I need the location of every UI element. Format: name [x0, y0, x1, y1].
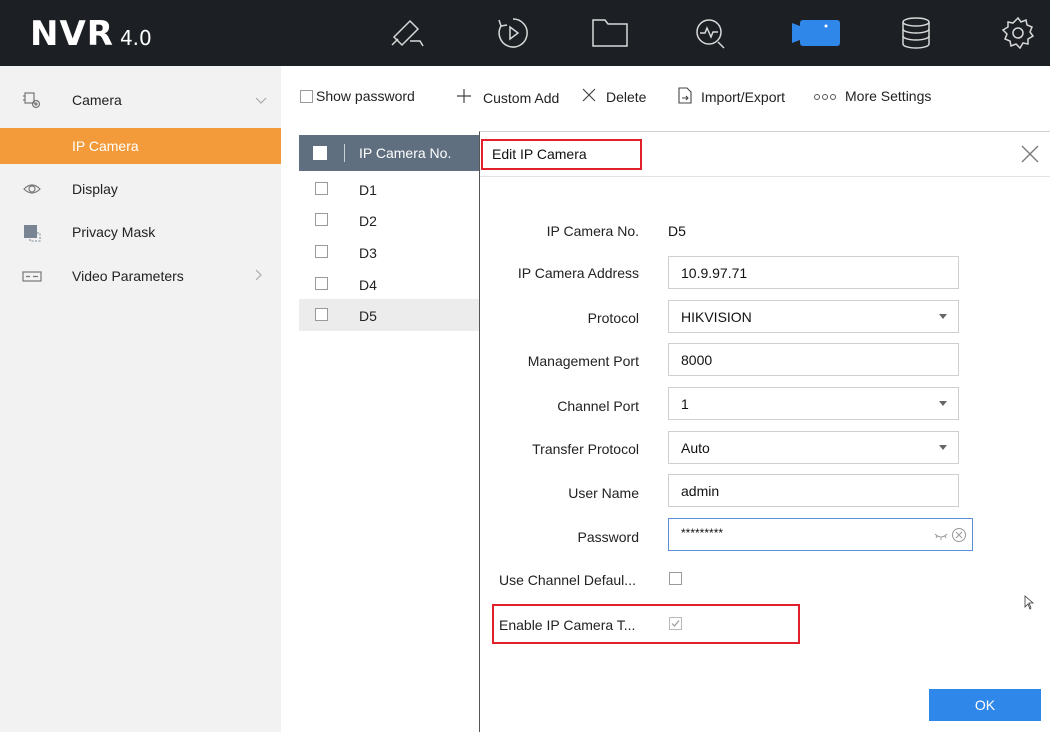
close-icon[interactable] — [1018, 142, 1042, 166]
custom-add-button[interactable]: Custom Add — [456, 88, 559, 107]
username-value: admin — [681, 483, 720, 499]
ip-address-value: 10.9.97.71 — [681, 265, 748, 281]
sidebar-item-label: IP Camera — [72, 138, 139, 154]
row-checkbox[interactable] — [315, 213, 328, 226]
username-input[interactable]: admin — [668, 474, 959, 507]
table-row[interactable]: D1 — [299, 173, 479, 205]
sidebar-item-ip-camera[interactable]: IP Camera — [0, 128, 281, 164]
transfer-protocol-value: Auto — [681, 440, 710, 456]
field-label-camera-no: IP Camera No. — [546, 223, 639, 239]
clear-input-icon[interactable] — [951, 527, 967, 546]
eye-icon — [22, 180, 42, 198]
use-channel-default-checkbox[interactable] — [669, 572, 682, 585]
mouse-pointer-icon — [1024, 595, 1035, 614]
protocol-value: HIKVISION — [681, 309, 752, 325]
import-export-button[interactable]: Import/Export — [678, 87, 785, 107]
app-version: 4.0 — [119, 26, 152, 50]
storage-icon[interactable] — [896, 13, 936, 53]
sidebar-item-label: Display — [72, 181, 118, 197]
dropdown-arrow-icon — [939, 401, 947, 406]
more-dots-icon — [813, 88, 841, 104]
select-all-checkbox[interactable] — [313, 146, 327, 160]
camera-no-cell: D1 — [359, 182, 377, 198]
camera-config-icon[interactable] — [790, 13, 842, 53]
field-label-enable-ip-camera: Enable IP Camera T... — [499, 617, 636, 633]
sidebar-item-privacy-mask[interactable]: Privacy Mask — [0, 214, 281, 250]
row-checkbox[interactable] — [315, 277, 328, 290]
row-checkbox[interactable] — [315, 308, 328, 321]
more-settings-label: More Settings — [845, 88, 932, 104]
system-settings-gear-icon[interactable] — [998, 13, 1038, 53]
password-value: ********* — [681, 526, 724, 540]
close-icon — [582, 88, 596, 105]
field-label-channel-port: Channel Port — [557, 398, 639, 414]
ip-address-input[interactable]: 10.9.97.71 — [668, 256, 959, 289]
custom-add-label: Custom Add — [483, 89, 560, 106]
plus-icon — [456, 88, 472, 107]
management-port-value: 8000 — [681, 352, 713, 368]
sidebar-item-video-parameters[interactable]: Video Parameters — [0, 258, 281, 294]
field-label-mgmt-port: Management Port — [527, 353, 639, 369]
transfer-protocol-select[interactable]: Auto — [668, 431, 959, 464]
field-label-username: User Name — [568, 485, 639, 501]
hide-password-eye-icon[interactable] — [934, 529, 948, 545]
table-row[interactable]: D3 — [299, 236, 479, 268]
top-navigation-bar: NVR 4.0 — [0, 0, 1050, 66]
show-password-label: Show password — [316, 88, 415, 104]
field-label-protocol: Protocol — [587, 310, 639, 326]
smart-analysis-icon[interactable] — [690, 13, 730, 53]
column-header-camera-no: IP Camera No. — [359, 145, 452, 161]
chevron-down-icon — [255, 93, 267, 108]
table-header: IP Camera No. — [299, 135, 479, 171]
password-input[interactable]: ********* — [668, 518, 973, 551]
sidebar-item-display[interactable]: Display — [0, 171, 281, 207]
import-export-label: Import/Export — [701, 89, 786, 105]
channel-port-value: 1 — [681, 396, 689, 412]
camera-settings-icon — [22, 91, 42, 109]
channel-port-select[interactable]: 1 — [668, 387, 959, 420]
management-port-input[interactable]: 8000 — [668, 343, 959, 376]
camera-no-value: D5 — [668, 223, 686, 239]
sidebar-item-camera[interactable]: Camera — [0, 82, 281, 118]
field-label-address: IP Camera Address — [517, 265, 639, 281]
show-password-toggle[interactable]: Show password — [300, 88, 415, 104]
sidebar-item-label: Privacy Mask — [72, 224, 156, 240]
delete-button[interactable]: Delete — [582, 88, 646, 105]
field-label-password: Password — [577, 529, 639, 545]
delete-label: Delete — [606, 88, 647, 105]
privacy-mask-icon — [22, 223, 42, 242]
live-view-camera-icon[interactable] — [388, 13, 428, 53]
column-divider — [344, 144, 345, 162]
chevron-right-icon — [255, 269, 263, 284]
playback-icon[interactable] — [493, 13, 533, 53]
highlight-box-title — [481, 139, 642, 170]
sidebar: Camera IP Camera Display Privacy Mask Vi… — [0, 66, 281, 732]
row-checkbox[interactable] — [315, 182, 328, 195]
video-params-icon — [22, 267, 42, 285]
camera-no-cell: D5 — [359, 308, 377, 324]
field-label-transfer-protocol: Transfer Protocol — [532, 441, 639, 457]
enable-ip-camera-checkbox[interactable] — [669, 617, 682, 630]
app-logo: NVR 4.0 — [30, 14, 152, 54]
protocol-select[interactable]: HIKVISION — [668, 300, 959, 333]
row-checkbox[interactable] — [315, 245, 328, 258]
camera-no-cell: D4 — [359, 277, 377, 293]
show-password-checkbox[interactable] — [300, 89, 313, 103]
field-label-use-channel-default: Use Channel Defaul... — [499, 572, 636, 588]
brand-name: NVR — [30, 14, 114, 54]
dropdown-arrow-icon — [939, 445, 947, 450]
sidebar-item-label: Video Parameters — [72, 268, 184, 284]
ok-button[interactable]: OK — [929, 689, 1041, 721]
import-export-icon — [678, 87, 692, 107]
file-folder-icon[interactable] — [590, 13, 630, 53]
more-settings-button[interactable]: More Settings — [813, 88, 931, 104]
camera-no-cell: D2 — [359, 213, 377, 229]
sidebar-item-label: Camera — [72, 92, 122, 108]
dropdown-arrow-icon — [939, 314, 947, 319]
camera-no-cell: D3 — [359, 245, 377, 261]
